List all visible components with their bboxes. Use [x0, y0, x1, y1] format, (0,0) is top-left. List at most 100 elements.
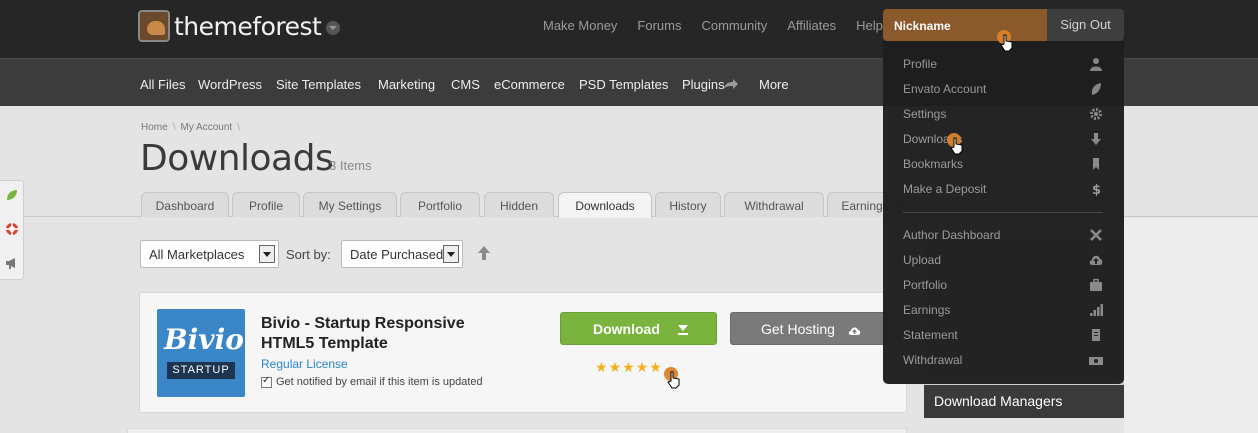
- menu-item-label: Upload: [903, 253, 942, 267]
- cloud-upload-icon: [848, 327, 861, 335]
- menu-item-portfolio[interactable]: Portfolio: [903, 278, 1103, 292]
- nav-item-site-templates[interactable]: Site Templates: [276, 77, 361, 92]
- nav-item-marketing[interactable]: Marketing: [378, 77, 435, 92]
- menu-item-envato-account[interactable]: Envato Account: [903, 82, 1103, 96]
- account-dropdown-menu: Profile Envato Account Settings Download…: [883, 41, 1124, 384]
- top-link-forums[interactable]: Forums: [637, 18, 681, 33]
- top-link-help[interactable]: Help: [856, 18, 883, 33]
- sign-out-button[interactable]: Sign Out: [1047, 9, 1124, 41]
- item-thumbnail[interactable]: Bivio STARTUP: [157, 309, 245, 397]
- marketplace-select[interactable]: All Marketplaces: [140, 240, 279, 268]
- chevron-down-icon[interactable]: [326, 21, 341, 35]
- menu-item-bookmarks[interactable]: Bookmarks: [903, 157, 1103, 171]
- notify-option: Get notified by email if this item is up…: [261, 375, 483, 388]
- lifebuoy-icon[interactable]: [5, 222, 19, 236]
- select-arrow-icon: [259, 245, 275, 263]
- nav-item-ecommerce[interactable]: eCommerce: [494, 77, 565, 92]
- briefcase-icon: [1090, 278, 1102, 291]
- breadcrumb-my-account[interactable]: My Account: [180, 122, 232, 133]
- sort-select-value: Date Purchased: [350, 247, 444, 262]
- star-icon[interactable]: ★: [595, 360, 608, 374]
- leaf-icon[interactable]: [5, 188, 19, 202]
- menu-item-profile[interactable]: Profile: [903, 57, 1103, 71]
- star-icon[interactable]: ★: [649, 360, 662, 374]
- tab-my-settings[interactable]: My Settings: [303, 192, 397, 217]
- sort-direction-icon[interactable]: [476, 244, 492, 264]
- menu-item-earnings[interactable]: Earnings: [903, 303, 1103, 317]
- top-link-make-money[interactable]: Make Money: [543, 18, 617, 33]
- tab-withdrawal[interactable]: Withdrawal: [724, 192, 824, 217]
- user-icon: [1090, 58, 1102, 71]
- cursor-pointer-icon: [997, 30, 1019, 52]
- bookmark-icon: [1093, 158, 1099, 170]
- menu-item-statement[interactable]: Statement: [903, 328, 1103, 342]
- get-hosting-label: Get Hosting: [761, 321, 835, 337]
- hand-cursor-icon: [667, 371, 680, 389]
- notify-checkbox[interactable]: [261, 375, 272, 388]
- menu-item-label: Make a Deposit: [903, 182, 987, 196]
- menu-item-settings[interactable]: Settings: [903, 107, 1103, 121]
- menu-item-downloads[interactable]: Downloads: [903, 132, 1103, 146]
- tools-icon: [1090, 229, 1102, 241]
- menu-divider: [903, 212, 1103, 213]
- nav-item-more[interactable]: More: [759, 77, 789, 92]
- bar-chart-icon: [1090, 304, 1103, 316]
- megaphone-icon[interactable]: [5, 256, 19, 270]
- breadcrumb-separator: \: [237, 122, 240, 133]
- tab-profile[interactable]: Profile: [232, 192, 300, 217]
- marketplace-select-value: All Marketplaces: [149, 247, 245, 262]
- tab-portfolio[interactable]: Portfolio: [400, 192, 480, 217]
- sort-select[interactable]: Date Purchased: [341, 240, 463, 268]
- star-icon[interactable]: ★: [609, 360, 622, 374]
- tab-dashboard[interactable]: Dashboard: [141, 192, 229, 217]
- item-count: 3 Items: [329, 158, 372, 173]
- nav-item-cms[interactable]: CMS: [451, 77, 480, 92]
- right-sidebar-bg: [1124, 218, 1258, 433]
- thumbnail-brand: Bivio: [164, 323, 244, 356]
- menu-item-make-a-deposit[interactable]: Make a Deposit $: [903, 182, 1103, 196]
- menu-item-label: Profile: [903, 57, 938, 71]
- license-link[interactable]: Regular License: [261, 357, 348, 371]
- nav-item-psd-templates[interactable]: PSD Templates: [579, 77, 668, 92]
- menu-item-author-dashboard[interactable]: Author Dashboard: [903, 228, 1103, 242]
- notify-label: Get notified by email if this item is up…: [276, 376, 483, 388]
- item-title[interactable]: Bivio - Startup Responsive HTML5 Templat…: [261, 314, 521, 354]
- get-hosting-button[interactable]: Get Hosting: [730, 312, 887, 345]
- menu-item-label: Envato Account: [903, 82, 987, 96]
- cursor-pointer-icon: [947, 133, 969, 155]
- menu-item-label: Earnings: [903, 303, 951, 317]
- top-link-community[interactable]: Community: [701, 18, 767, 33]
- star-icon[interactable]: ★: [636, 360, 649, 374]
- download-button-label: Download: [593, 321, 660, 337]
- breadcrumb: Home \ My Account \: [141, 122, 245, 133]
- menu-item-label: Statement: [903, 328, 958, 342]
- download-item-card: Bivio STARTUP Bivio - Startup Responsive…: [139, 292, 907, 413]
- download-arrow-icon: [1091, 133, 1101, 145]
- menu-item-label: Portfolio: [903, 278, 948, 292]
- menu-item-withdrawal[interactable]: Withdrawal: [903, 353, 1103, 367]
- breadcrumb-separator: \: [172, 122, 176, 133]
- menu-item-label: Settings: [903, 107, 947, 121]
- nav-item-plugins[interactable]: Plugins: [682, 77, 725, 92]
- cloud-upload-icon: [1089, 255, 1103, 265]
- sort-by-label: Sort by:: [286, 247, 331, 262]
- breadcrumb-home[interactable]: Home: [141, 122, 168, 133]
- logo[interactable]: themeforest: [138, 10, 341, 42]
- cursor-pointer-icon: [664, 367, 686, 389]
- download-triangle-icon: [678, 325, 688, 335]
- top-nav: Make Money Forums Community Affiliates H…: [543, 18, 883, 33]
- star-icon[interactable]: ★: [622, 360, 635, 374]
- tab-hidden[interactable]: Hidden: [484, 192, 554, 217]
- tab-history[interactable]: History: [655, 192, 721, 217]
- menu-item-upload[interactable]: Upload: [903, 253, 1103, 267]
- rating-stars[interactable]: ★ ★ ★ ★ ★: [595, 360, 662, 374]
- nav-item-all-files[interactable]: All Files: [140, 77, 186, 92]
- tab-downloads[interactable]: Downloads: [558, 192, 652, 218]
- download-managers-header: Download Managers: [924, 385, 1124, 418]
- nickname-button[interactable]: Nickname: [883, 9, 1047, 41]
- top-link-affiliates[interactable]: Affiliates: [787, 18, 836, 33]
- thumbnail-badge: STARTUP: [167, 362, 235, 379]
- download-button[interactable]: Download: [560, 312, 717, 345]
- nav-item-wordpress[interactable]: WordPress: [198, 77, 262, 92]
- hand-cursor-icon: [1000, 34, 1013, 52]
